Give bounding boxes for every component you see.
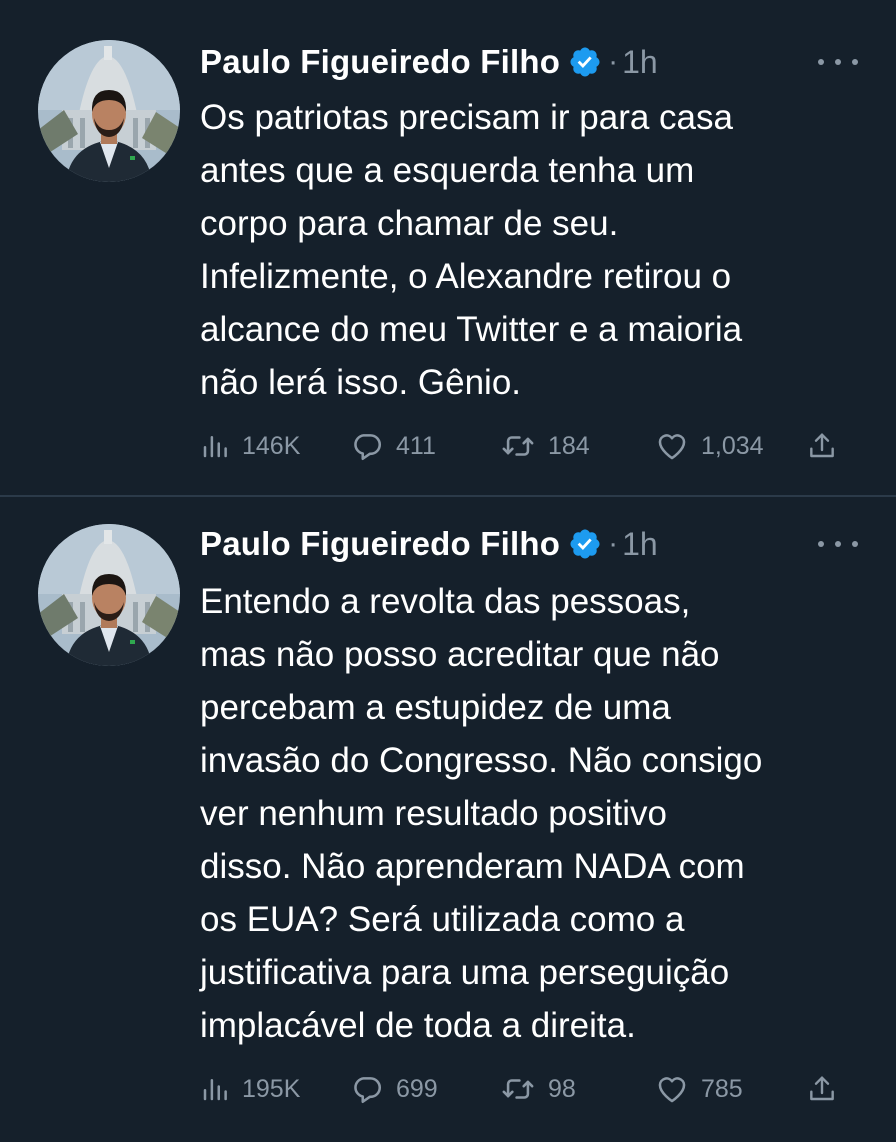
- views-button[interactable]: 146K: [200, 426, 300, 466]
- avatar[interactable]: [38, 524, 180, 666]
- tweet-header: Paulo Figueiredo Filho · 1h: [200, 38, 658, 86]
- views-count: 195K: [242, 1074, 301, 1103]
- views-button[interactable]: 195K: [200, 1069, 300, 1109]
- reply-button[interactable]: 699: [350, 1069, 438, 1109]
- replies-count: 411: [396, 431, 436, 460]
- tweet-text-line: disso. Não aprenderam NADA com: [200, 847, 745, 886]
- likes-count: 785: [701, 1074, 743, 1103]
- views-chart-icon: [203, 1079, 227, 1101]
- tweet[interactable]: Paulo Figueiredo Filho · 1h Entendo a re…: [0, 496, 896, 1142]
- retweet-icon: [502, 1079, 534, 1099]
- reply-button[interactable]: 411: [350, 426, 436, 466]
- tweet-text-line: mas não posso acreditar que não: [200, 635, 720, 674]
- heart-icon: [658, 434, 686, 460]
- retweet-icon: [502, 436, 534, 456]
- tweet-text-line: os EUA? Será utilizada como a: [200, 900, 685, 939]
- tweet-text-line: Infelizmente, o Alexandre retirou o: [200, 257, 732, 296]
- views-chart-icon: [203, 436, 227, 458]
- tweet-actions: 195K 699 98 785: [200, 1069, 850, 1109]
- tweet-actions: 146K 411 184 1,034: [200, 426, 850, 466]
- like-button[interactable]: 785: [655, 1069, 743, 1109]
- share-upload-icon: [810, 433, 834, 458]
- tweet-text-line: ver nenhum resultado positivo: [200, 794, 667, 833]
- heart-icon: [658, 1077, 686, 1103]
- share-button[interactable]: [806, 1069, 838, 1109]
- likes-count: 1,034: [701, 431, 764, 460]
- share-button[interactable]: [806, 426, 838, 466]
- tweet-text-line: antes que a esquerda tenha um: [200, 151, 695, 190]
- tweet-timestamp[interactable]: 1h: [622, 44, 658, 81]
- views-count: 146K: [242, 431, 301, 460]
- tweet-text: Os patriotas precisam ir para casa antes…: [200, 91, 890, 409]
- separator-dot: ·: [608, 527, 619, 560]
- reply-bubble-icon: [354, 434, 382, 461]
- retweet-button[interactable]: 98: [500, 1069, 576, 1109]
- retweets-count: 184: [548, 431, 590, 460]
- like-button[interactable]: 1,034: [655, 426, 764, 466]
- tweet-text-line: alcance do meu Twitter e a maioria: [200, 310, 743, 349]
- tweet-text-line: justificativa para uma perseguição: [200, 953, 730, 992]
- tweet-text-line: implacável de toda a direita.: [200, 1006, 636, 1045]
- tweet-text-line: não lerá isso. Gênio.: [200, 363, 522, 402]
- tweet-text-line: invasão do Congresso. Não consigo: [200, 741, 763, 780]
- reply-bubble-icon: [354, 1077, 382, 1104]
- author-name[interactable]: Paulo Figueiredo Filho: [200, 525, 560, 563]
- share-upload-icon: [810, 1076, 834, 1101]
- tweet-timestamp[interactable]: 1h: [622, 526, 658, 563]
- more-options-icon[interactable]: [818, 534, 858, 554]
- tweet-header: Paulo Figueiredo Filho · 1h: [200, 520, 658, 568]
- separator-dot: ·: [608, 45, 619, 78]
- tweet-text: Entendo a revolta das pessoas, mas não p…: [200, 575, 890, 1052]
- tweet-text-line: Entendo a revolta das pessoas,: [200, 582, 691, 621]
- replies-count: 699: [396, 1074, 438, 1103]
- retweet-button[interactable]: 184: [500, 426, 590, 466]
- tweet-text-line: corpo para chamar de seu.: [200, 204, 619, 243]
- avatar[interactable]: [38, 40, 180, 182]
- tweet-text-line: percebam a estupidez de uma: [200, 688, 671, 727]
- tweet[interactable]: Paulo Figueiredo Filho · 1h Os patriotas…: [0, 0, 896, 496]
- tweet-text-line: Os patriotas precisam ir para casa: [200, 98, 733, 137]
- more-options-icon[interactable]: [818, 52, 858, 72]
- verified-badge-icon: [568, 527, 602, 561]
- retweets-count: 98: [548, 1074, 576, 1103]
- author-name[interactable]: Paulo Figueiredo Filho: [200, 43, 560, 81]
- verified-badge-icon: [568, 45, 602, 79]
